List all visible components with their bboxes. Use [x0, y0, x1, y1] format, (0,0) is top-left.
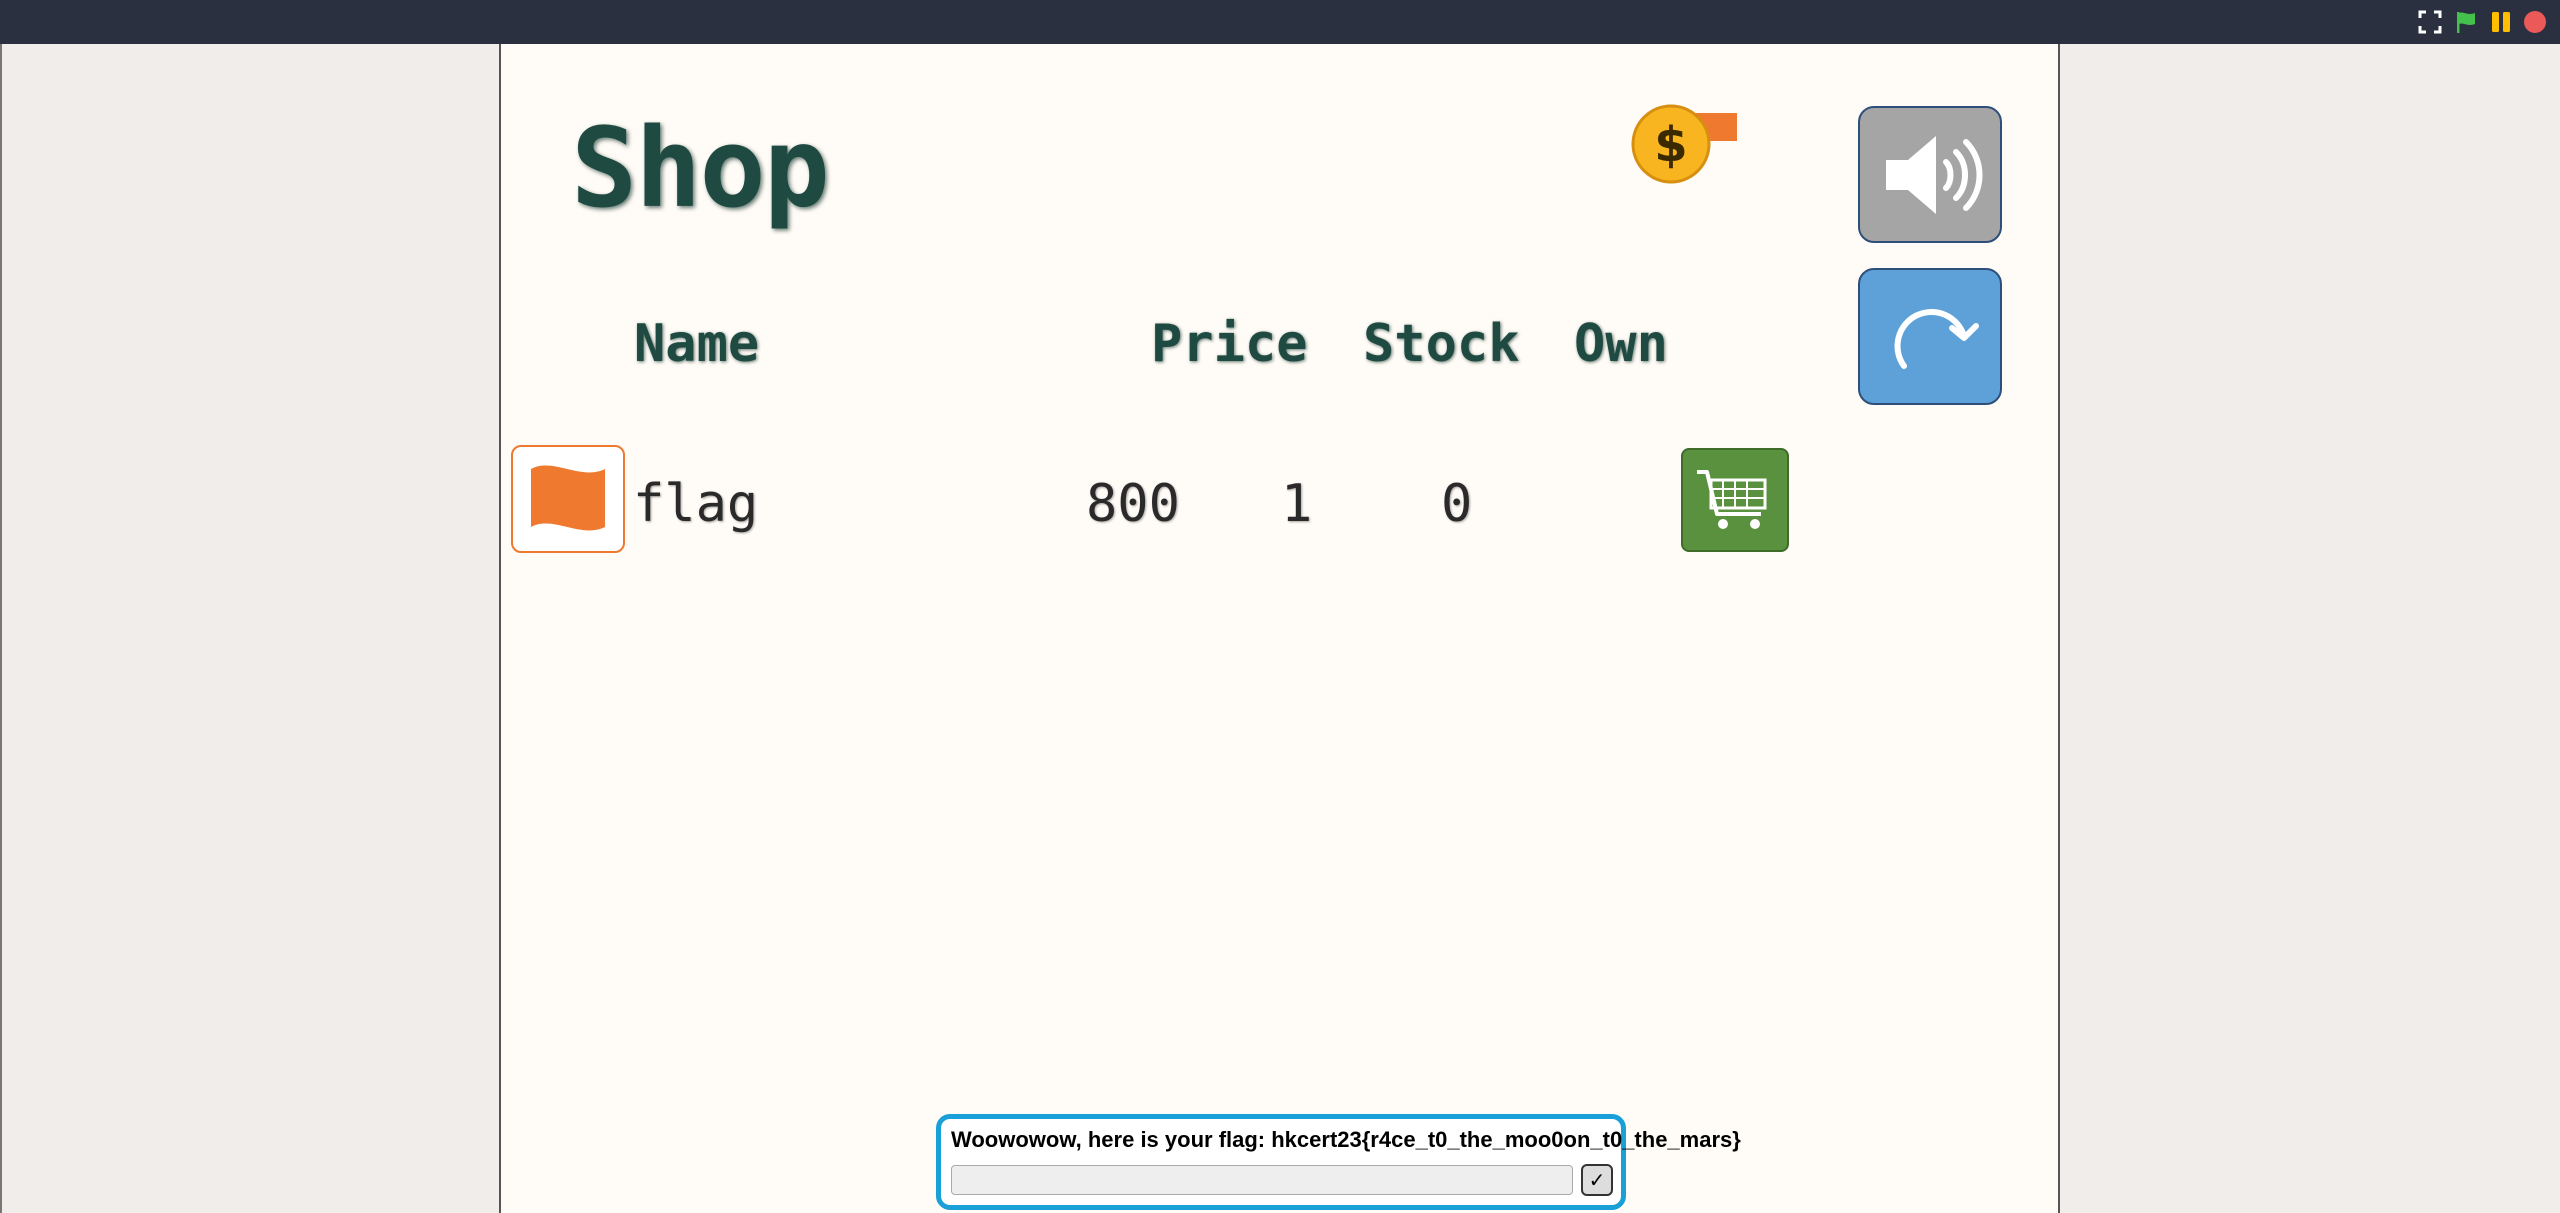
- item-price: 800: [1086, 474, 1180, 534]
- page-title: Shop: [571, 104, 830, 232]
- coin-icon: $: [1631, 104, 1737, 184]
- answer-input[interactable]: [951, 1165, 1573, 1195]
- column-header-stock: Stock: [1363, 314, 1520, 374]
- green-flag-icon[interactable]: [2454, 10, 2478, 34]
- sound-button[interactable]: [1858, 106, 2002, 243]
- speaker-icon: [1886, 136, 1983, 214]
- reload-icon: [1894, 309, 1979, 369]
- column-header-own: Own: [1574, 314, 1668, 374]
- submit-button[interactable]: ✓: [1581, 1164, 1613, 1196]
- reload-button[interactable]: [1858, 268, 2002, 405]
- stop-icon[interactable]: [2523, 10, 2547, 34]
- ask-prompt: Woowowow, here is your flag: hkcert23{r4…: [936, 1114, 1741, 1210]
- column-header-name: Name: [634, 314, 760, 374]
- cart-icon: [1697, 470, 1767, 529]
- item-own: 0: [1441, 474, 1473, 534]
- pause-icon[interactable]: [2489, 10, 2513, 34]
- stage: Shop $ Name Price Stock Own flag 800 1 0: [499, 44, 2060, 1213]
- item-stock: 1: [1281, 474, 1313, 534]
- page-left-border: [0, 44, 2, 1213]
- fullscreen-icon[interactable]: [2418, 10, 2442, 34]
- player-toolbar: [0, 0, 2560, 44]
- item-name: flag: [633, 474, 759, 534]
- buy-button[interactable]: [1681, 448, 1789, 552]
- column-header-price: Price: [1151, 314, 1308, 374]
- flag-icon: [531, 465, 605, 531]
- svg-text:$: $: [1654, 117, 1687, 173]
- ask-message: Woowowow, here is your flag: hkcert23{r4…: [951, 1127, 1741, 1152]
- item-icon-box: [511, 445, 625, 553]
